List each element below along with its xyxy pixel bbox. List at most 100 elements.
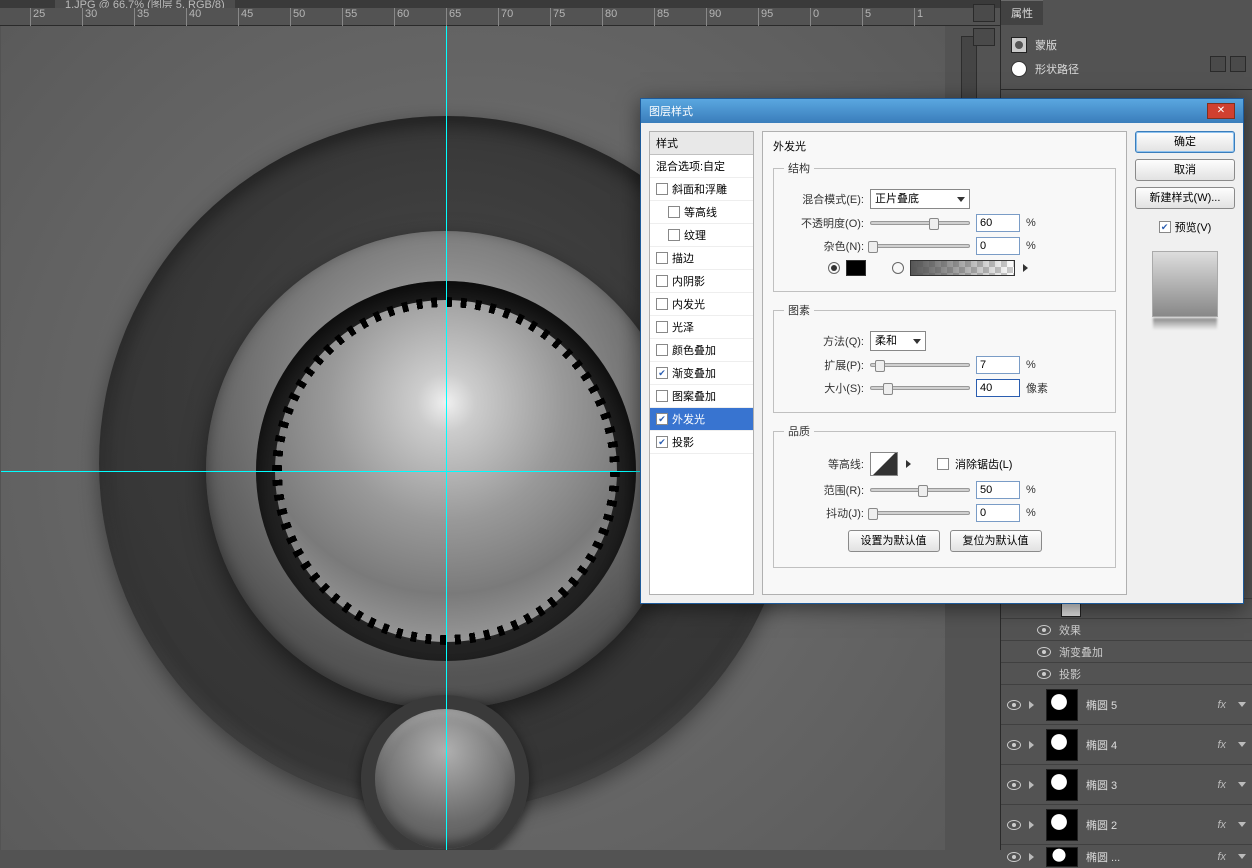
new-style-button[interactable]: 新建样式(W)...: [1135, 187, 1235, 209]
fx-badge[interactable]: fx: [1217, 819, 1226, 831]
gradient-radio[interactable]: [892, 262, 904, 274]
shape-path-icon[interactable]: [1011, 61, 1027, 77]
ok-button[interactable]: 确定: [1135, 131, 1235, 153]
color-swatch[interactable]: [846, 260, 866, 276]
style-row-外发光[interactable]: 外发光: [650, 408, 753, 431]
layer-name[interactable]: 椭圆 2: [1086, 817, 1117, 833]
style-checkbox[interactable]: [656, 275, 668, 287]
close-button[interactable]: ✕: [1207, 103, 1235, 119]
effects-header[interactable]: 效果: [1001, 618, 1252, 640]
dialog-titlebar[interactable]: 图层样式 ✕: [641, 99, 1243, 123]
style-row-投影[interactable]: 投影: [650, 431, 753, 454]
blend-options-row[interactable]: 混合选项:自定: [650, 155, 753, 178]
expand-icon[interactable]: [1029, 781, 1034, 789]
opacity-slider[interactable]: [870, 221, 970, 225]
mask-icon[interactable]: [1011, 37, 1027, 53]
style-row-颜色叠加[interactable]: 颜色叠加: [650, 339, 753, 362]
size-slider[interactable]: [870, 386, 970, 390]
technique-select[interactable]: 柔和: [870, 331, 926, 351]
expand-icon[interactable]: [1029, 821, 1034, 829]
style-row-纹理[interactable]: 纹理: [650, 224, 753, 247]
fx-badge[interactable]: fx: [1217, 851, 1226, 863]
noise-slider[interactable]: [870, 244, 970, 248]
layer-name[interactable]: 椭圆 5: [1086, 697, 1117, 713]
jitter-input[interactable]: 0: [976, 504, 1020, 522]
dock-icon-1[interactable]: [973, 4, 995, 22]
properties-panel-title[interactable]: 属性: [1001, 0, 1043, 25]
contour-dropdown-icon[interactable]: [906, 460, 911, 468]
gradient-picker[interactable]: [910, 260, 1015, 276]
spread-slider[interactable]: [870, 363, 970, 367]
layer-row[interactable]: 椭圆 2 fx: [1001, 804, 1252, 844]
guide-vertical[interactable]: [446, 26, 447, 850]
document-tab[interactable]: 1.JPG @ 66.7% (图层 5, RGB/8): [55, 0, 235, 8]
effect-item[interactable]: 渐变叠加: [1001, 640, 1252, 662]
mask-mode-icon[interactable]: [1230, 56, 1246, 72]
expand-icon[interactable]: [1029, 853, 1034, 861]
visibility-icon[interactable]: [1007, 818, 1021, 832]
gradient-dropdown-icon[interactable]: [1023, 264, 1028, 272]
style-checkbox[interactable]: [656, 252, 668, 264]
layer-row[interactable]: 椭圆 5 fx: [1001, 684, 1252, 724]
blend-mode-select[interactable]: 正片叠底: [870, 189, 970, 209]
range-slider[interactable]: [870, 488, 970, 492]
chevron-down-icon[interactable]: [1238, 822, 1246, 827]
fx-badge[interactable]: fx: [1217, 739, 1226, 751]
contour-picker[interactable]: [870, 452, 898, 476]
range-input[interactable]: 50: [976, 481, 1020, 499]
cancel-button[interactable]: 取消: [1135, 159, 1235, 181]
expand-icon[interactable]: [1029, 701, 1034, 709]
preview-checkbox[interactable]: [1159, 221, 1171, 233]
spread-input[interactable]: 7: [976, 356, 1020, 374]
style-checkbox[interactable]: [656, 321, 668, 333]
visibility-icon[interactable]: [1007, 778, 1021, 792]
chevron-down-icon[interactable]: [1238, 742, 1246, 747]
effect-item[interactable]: 投影: [1001, 662, 1252, 684]
visibility-icon[interactable]: [1007, 698, 1021, 712]
style-row-渐变叠加[interactable]: 渐变叠加: [650, 362, 753, 385]
style-checkbox[interactable]: [668, 229, 680, 241]
layer-name[interactable]: 椭圆 3: [1086, 777, 1117, 793]
layer-name[interactable]: 椭圆 ...: [1086, 849, 1120, 865]
layer-row[interactable]: 椭圆 3 fx: [1001, 764, 1252, 804]
fx-badge[interactable]: fx: [1217, 699, 1226, 711]
size-input[interactable]: 40: [976, 379, 1020, 397]
style-row-内发光[interactable]: 内发光: [650, 293, 753, 316]
layer-thumbnail[interactable]: [1046, 729, 1078, 761]
style-checkbox[interactable]: [656, 298, 668, 310]
layer-thumbnail[interactable]: [1046, 769, 1078, 801]
style-checkbox[interactable]: [656, 183, 668, 195]
reset-default-button[interactable]: 复位为默认值: [950, 530, 1042, 552]
visibility-icon[interactable]: [1037, 645, 1051, 659]
style-row-内阴影[interactable]: 内阴影: [650, 270, 753, 293]
layer-row[interactable]: 椭圆 ... fx: [1001, 844, 1252, 868]
layer-thumbnail[interactable]: [1046, 689, 1078, 721]
noise-input[interactable]: 0: [976, 237, 1020, 255]
chevron-down-icon[interactable]: [1238, 782, 1246, 787]
layer-row[interactable]: 椭圆 4 fx: [1001, 724, 1252, 764]
style-checkbox[interactable]: [656, 344, 668, 356]
style-row-等高线[interactable]: 等高线: [650, 201, 753, 224]
color-radio[interactable]: [828, 262, 840, 274]
style-checkbox[interactable]: [656, 367, 668, 379]
chevron-down-icon[interactable]: [1238, 702, 1246, 707]
opacity-input[interactable]: 60: [976, 214, 1020, 232]
expand-icon[interactable]: [1029, 741, 1034, 749]
style-row-斜面和浮雕[interactable]: 斜面和浮雕: [650, 178, 753, 201]
style-checkbox[interactable]: [656, 390, 668, 402]
style-checkbox[interactable]: [668, 206, 680, 218]
visibility-icon[interactable]: [1007, 738, 1021, 752]
antialias-checkbox[interactable]: [937, 458, 949, 470]
visibility-icon[interactable]: [1007, 850, 1021, 864]
jitter-slider[interactable]: [870, 511, 970, 515]
style-row-描边[interactable]: 描边: [650, 247, 753, 270]
style-checkbox[interactable]: [656, 413, 668, 425]
style-row-图案叠加[interactable]: 图案叠加: [650, 385, 753, 408]
make-default-button[interactable]: 设置为默认值: [848, 530, 940, 552]
chevron-down-icon[interactable]: [1238, 854, 1246, 859]
dock-icon-2[interactable]: [973, 28, 995, 46]
select-path-icon[interactable]: [1210, 56, 1226, 72]
visibility-icon[interactable]: [1037, 623, 1051, 637]
layer-thumbnail[interactable]: [1046, 809, 1078, 841]
style-row-光泽[interactable]: 光泽: [650, 316, 753, 339]
